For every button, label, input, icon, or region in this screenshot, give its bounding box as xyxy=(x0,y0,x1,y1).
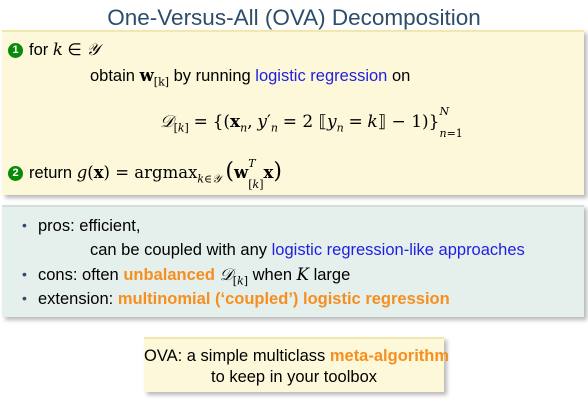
cons-highlight: unbalanced xyxy=(123,266,216,284)
step-1-text: for k ∈ 𝒴 xyxy=(29,40,100,59)
extension-line: extension: multinomial (‘coupled’) logis… xyxy=(38,289,450,309)
obtain-weight: w xyxy=(139,66,154,85)
pros-continuation-line: can be coupled with any logistic regress… xyxy=(90,240,525,260)
return-keyword: return xyxy=(29,164,73,182)
step-2-text: return g(x) = argmaxk∈𝒴 (w T [k]x) xyxy=(29,157,282,192)
extension-prefix: extension: xyxy=(38,290,114,308)
pros-continuation: can be coupled with any xyxy=(90,241,268,259)
takeaway-highlight: meta-algorithm xyxy=(329,347,450,365)
obtain-line: obtain w[k] by running logistic regressi… xyxy=(90,66,410,92)
obtain-prefix: obtain xyxy=(90,67,135,85)
bullet-dot: • xyxy=(22,217,27,233)
bullet-dot: • xyxy=(22,290,27,306)
pros-cons-box: • pros: efficient, can be coupled with a… xyxy=(2,205,584,317)
obtain-suffix: on xyxy=(391,67,411,85)
step-1-badge: 1 xyxy=(8,43,23,58)
pros-link: logistic regression-like approaches xyxy=(271,241,525,259)
takeaway-line-2: to keep in your toolbox xyxy=(210,368,378,386)
extension-highlight: multinomial (‘coupled’) logistic regress… xyxy=(117,290,450,308)
cons-prefix: cons: often xyxy=(38,266,119,284)
takeaway-prefix: OVA: a simple multiclass xyxy=(144,347,326,365)
bullet-dot: • xyxy=(22,266,27,282)
cons-line: cons: often unbalanced 𝒟[k] when K large xyxy=(38,265,351,288)
takeaway-box: OVA: a simple multiclass meta-algorithm … xyxy=(144,337,449,392)
pros-label: pros: efficient, xyxy=(38,217,141,235)
obtain-subscript: [k] xyxy=(153,75,170,89)
algorithm-box: 1 for k ∈ 𝒴 obtain w[k] by running logis… xyxy=(2,30,584,195)
takeaway-line-1: OVA: a simple multiclass meta-algorithm xyxy=(144,346,449,366)
dataset-formula: 𝒟[k] = {(xn, y′n = 2 ⟦yn = k⟧ − 1)} Nn=1 xyxy=(160,105,463,141)
obtain-mid: by running xyxy=(173,67,251,85)
logistic-regression-link: logistic regression xyxy=(255,67,388,85)
step-2-badge: 2 xyxy=(8,166,23,181)
